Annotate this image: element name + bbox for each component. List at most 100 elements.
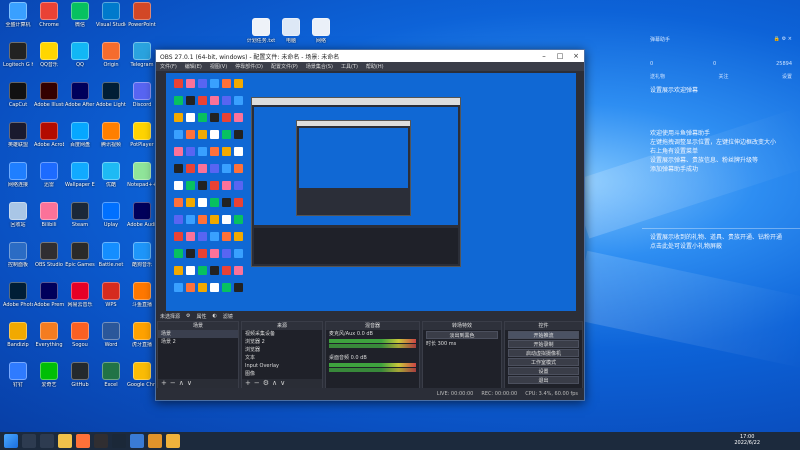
desktop-icon[interactable]: Adobe Photoshop	[3, 282, 33, 322]
start-icon[interactable]	[4, 434, 18, 448]
desktop-icon[interactable]: 网易云音乐	[65, 282, 95, 322]
desktop-icon[interactable]: OBS Studio	[34, 242, 64, 282]
source-item[interactable]: 视频采集设备	[242, 330, 322, 338]
desktop-icon[interactable]: Wallpaper Engine	[65, 162, 95, 202]
app-taskbar-icon[interactable]	[148, 434, 162, 448]
desktop-icon[interactable]: Chrome	[34, 2, 64, 42]
gear-icon[interactable]: ⚙	[186, 313, 190, 319]
transition-select[interactable]: 淡出到黑色	[426, 331, 498, 339]
desktop-icon[interactable]: Steam	[65, 202, 95, 242]
studio-mode-button[interactable]: 工作室模式	[508, 358, 579, 366]
menu-docks[interactable]: 停靠部件(D)	[235, 63, 263, 70]
desktop-icon[interactable]: 酷狗音乐	[127, 242, 157, 282]
obs-preview-canvas[interactable]	[166, 73, 576, 311]
volume-slider[interactable]	[329, 368, 416, 372]
danmu-assistant-panel[interactable]: 弹幕助手 🔒 ⚙ × 0 0 25894 送礼物 关注 设置 设置展示欢迎弹幕 …	[642, 36, 800, 432]
firefox-icon[interactable]	[76, 434, 90, 448]
properties-button[interactable]: 属性	[197, 313, 207, 320]
settings-button[interactable]: 设置	[508, 367, 579, 375]
taskbar-clock[interactable]: 17:00 2022/6/22	[734, 434, 760, 446]
desktop-icon[interactable]: Telegram	[127, 42, 157, 82]
desktop-icon[interactable]: Adobe Premiere	[34, 282, 64, 322]
desktop-icon[interactable]: Adobe After Effects	[65, 82, 95, 122]
desktop-icon[interactable]: 迅雷	[34, 162, 64, 202]
desktop-icon[interactable]: 百度网盘	[65, 122, 95, 162]
desktop-icon[interactable]: Word	[96, 322, 126, 362]
desktop-icon[interactable]: PotPlayer	[127, 122, 157, 162]
task-view-icon[interactable]	[40, 434, 54, 448]
desktop-icon[interactable]: Adobe Audition	[127, 202, 157, 242]
desktop-icon[interactable]: PowerPoint	[127, 2, 157, 42]
desktop-icon[interactable]: Bandizip	[3, 322, 33, 362]
desktop-icon[interactable]: Adobe Acrobat	[34, 122, 64, 162]
desktop-icon[interactable]: Epic Games	[65, 242, 95, 282]
desktop-icon[interactable]: 腾讯视频	[96, 122, 126, 162]
desktop-icon[interactable]: 虎牙直播	[127, 322, 157, 362]
desktop-icon[interactable]: Logitech G HUB	[3, 42, 33, 82]
source-item[interactable]: 浏览器	[242, 346, 322, 354]
desktop-icon[interactable]: Bilibili	[34, 202, 64, 242]
desktop-icon[interactable]: CapCut	[3, 82, 33, 122]
exit-button[interactable]: 退出	[508, 376, 579, 384]
filter-icon[interactable]: ◐	[213, 313, 217, 319]
menu-profile[interactable]: 配置文件(P)	[271, 63, 298, 70]
obs-window[interactable]: OBS 27.0.1 (64-bit, windows) - 配置文件: 未命名…	[155, 49, 585, 401]
desktop-icon[interactable]: Adobe Illustrator	[34, 82, 64, 122]
desktop-icon[interactable]: QQ	[65, 42, 95, 82]
maximize-icon[interactable]: □	[552, 52, 568, 60]
desktop-icon[interactable]: 控制面板	[3, 242, 33, 282]
desktop-icon[interactable]: 优酷	[96, 162, 126, 202]
minimize-icon[interactable]: –	[536, 52, 552, 60]
menu-help[interactable]: 帮助(H)	[366, 63, 384, 70]
source-item[interactable]: 图像	[242, 370, 322, 378]
close-icon[interactable]: ×	[568, 52, 584, 60]
source-item[interactable]: 浏览器 2	[242, 338, 322, 346]
menu-tools[interactable]: 工具(T)	[341, 63, 358, 70]
filters-button[interactable]: 滤镜	[223, 313, 233, 320]
source-item[interactable]: Input Overlay	[242, 362, 322, 370]
menu-file[interactable]: 文件(F)	[160, 63, 177, 70]
desktop-icon[interactable]: 网络连接	[3, 162, 33, 202]
obs-taskbar-icon[interactable]	[94, 434, 108, 448]
desktop-icon[interactable]: 微信	[65, 2, 95, 42]
menu-view[interactable]: 视图(V)	[210, 63, 227, 70]
file-explorer-icon[interactable]	[58, 434, 72, 448]
desktop-icon[interactable]: Visual Studio Code	[96, 2, 126, 42]
desktop-icon[interactable]: Adobe Lightroom	[96, 82, 126, 122]
desktop-icon[interactable]: Google Chrome	[127, 362, 157, 402]
start-streaming-button[interactable]: 开始推流	[508, 331, 579, 339]
tab-follow[interactable]: 关注	[718, 73, 728, 80]
desktop-icon[interactable]: 斗鱼直播	[127, 282, 157, 322]
desktop-icon[interactable]: Battle.net	[96, 242, 126, 282]
sources-dock-toolbar[interactable]: +−⚙∧∨	[242, 379, 322, 388]
scenes-dock-toolbar[interactable]: +−∧∨	[158, 379, 238, 388]
desktop-icon[interactable]: Sogou	[65, 322, 95, 362]
desktop-icon[interactable]: Uplay	[96, 202, 126, 242]
desktop-icon[interactable]: Excel	[96, 362, 126, 402]
chat-note-link[interactable]: 点击此处可设置小礼物屏蔽	[642, 242, 800, 251]
virtual-camera-button[interactable]: 启动虚拟摄像机	[508, 349, 579, 357]
desktop-icon[interactable]: 爱奇艺	[34, 362, 64, 402]
volume-slider[interactable]	[329, 344, 416, 348]
start-recording-button[interactable]: 开始录制	[508, 340, 579, 348]
transition-duration[interactable]: 时长 300 ms	[423, 340, 501, 348]
desktop-icon[interactable]: 英雄联盟	[3, 122, 33, 162]
scene-item[interactable]: 场景	[158, 330, 238, 338]
tab-settings[interactable]: 设置	[782, 73, 792, 80]
scene-item[interactable]: 场景 2	[158, 338, 238, 346]
desktop-icon[interactable]: Everything	[34, 322, 64, 362]
search-icon[interactable]	[22, 434, 36, 448]
obs-title-bar[interactable]: OBS 27.0.1 (64-bit, windows) - 配置文件: 未命名…	[156, 50, 584, 62]
chat-window-controls[interactable]: 🔒 ⚙ ×	[774, 36, 792, 43]
app-taskbar-icon[interactable]	[130, 434, 144, 448]
desktop-icon[interactable]: 回收站	[3, 202, 33, 242]
desktop-icon[interactable]: 全盛计算机	[3, 2, 33, 42]
desktop-icon[interactable]: Notepad++	[127, 162, 157, 202]
menu-scene-collection[interactable]: 场景集合(S)	[306, 63, 333, 70]
desktop-icon[interactable]: Discord	[127, 82, 157, 122]
menu-edit[interactable]: 编辑(E)	[185, 63, 202, 70]
app-taskbar-icon[interactable]	[166, 434, 180, 448]
desktop-icon[interactable]: WPS	[96, 282, 126, 322]
tab-gift[interactable]: 送礼物	[650, 73, 665, 80]
app-taskbar-icon[interactable]	[112, 434, 126, 448]
